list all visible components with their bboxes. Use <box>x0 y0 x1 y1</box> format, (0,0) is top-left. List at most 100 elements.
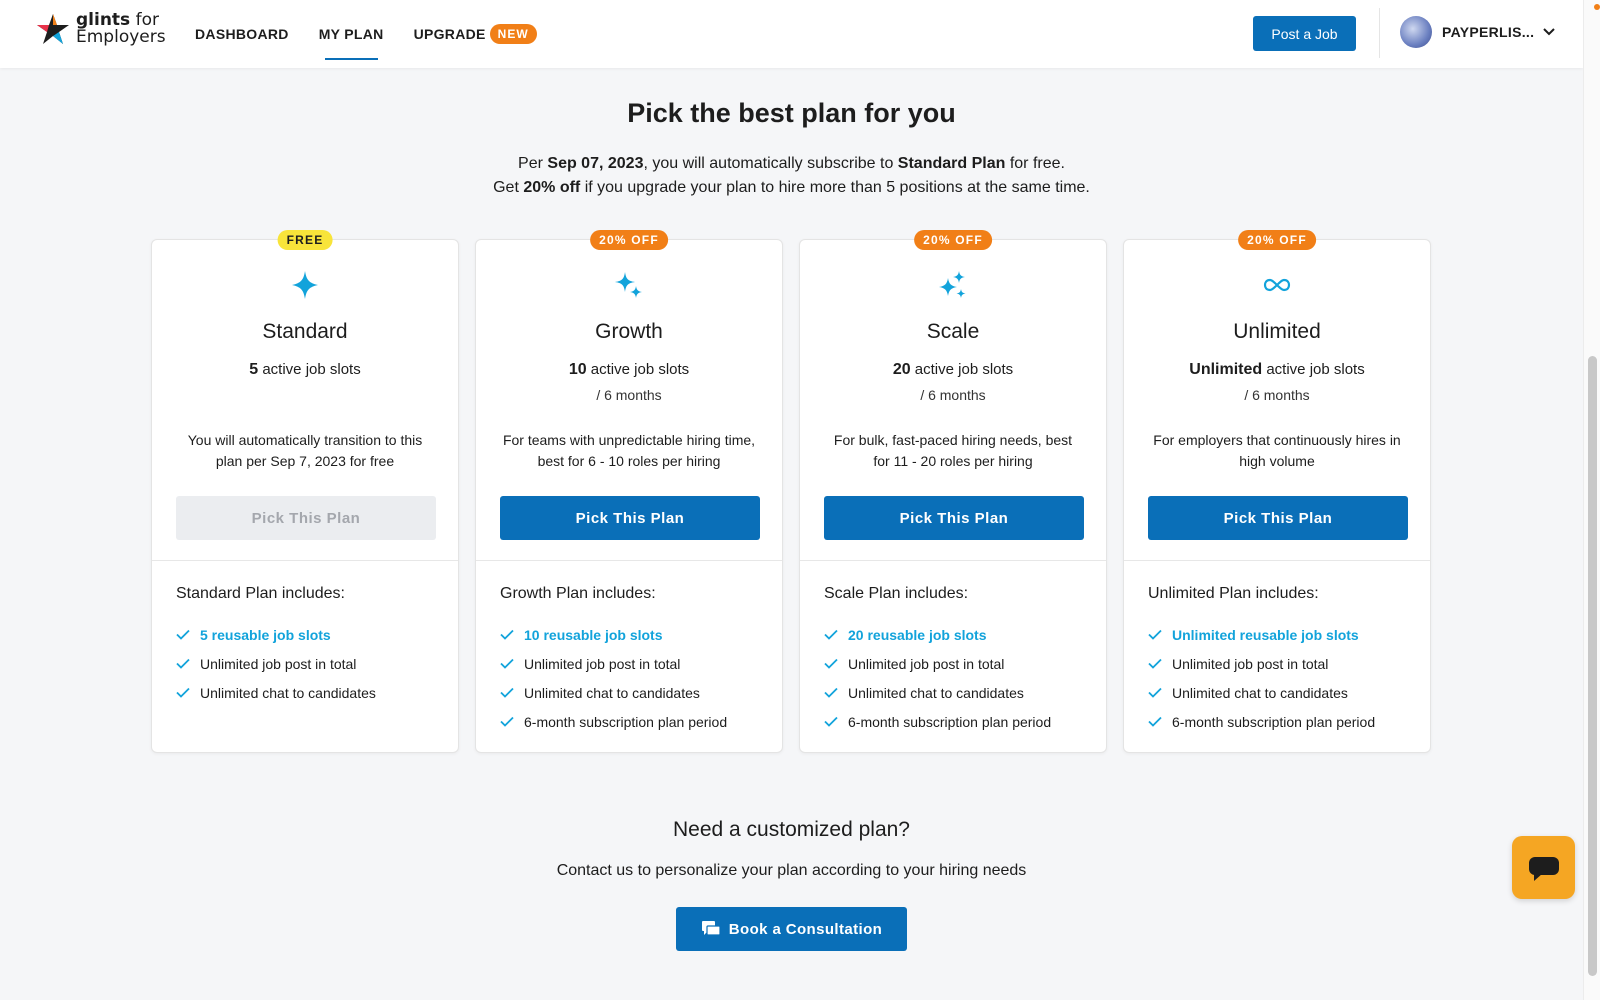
card-divider <box>476 560 782 561</box>
glints-logo[interactable]: glints for Employers <box>36 12 166 46</box>
include-text: Unlimited chat to candidates <box>848 684 1024 701</box>
list-item: Unlimited chat to candidates <box>1148 678 1420 707</box>
post-job-button[interactable]: Post a Job <box>1253 16 1356 51</box>
page-scrollbar[interactable] <box>1583 0 1600 1000</box>
check-icon <box>824 629 848 640</box>
hero-line1-c: for free. <box>1005 155 1065 172</box>
plan-slots: 10 active job slots <box>476 361 782 379</box>
plan-card-scale: 20% OFF Scale 20 active job slots / 6 mo… <box>799 230 1107 753</box>
include-text: 10 reusable job slots <box>524 626 663 643</box>
list-item: Unlimited reusable job slots <box>1148 620 1420 649</box>
infinity-icon <box>1124 270 1430 300</box>
include-text: Unlimited job post in total <box>848 655 1005 672</box>
nav-dashboard[interactable]: DASHBOARD <box>195 0 289 68</box>
list-item: Unlimited chat to candidates <box>824 678 1096 707</box>
hero-line1-b: , you will automatically subscribe to <box>643 155 898 172</box>
notification-dot <box>1594 4 1600 10</box>
check-icon <box>500 687 524 698</box>
plan-period: / 6 months <box>1244 387 1310 403</box>
pick-plan-button[interactable]: Pick This Plan <box>1148 496 1408 540</box>
check-icon <box>500 658 524 669</box>
includes-list: 5 reusable job slots Unlimited job post … <box>176 620 448 707</box>
plan-name: Growth <box>595 320 663 343</box>
plan-description: For bulk, fast-paced hiring needs, best … <box>833 432 1073 469</box>
page-title: Pick the best plan for you <box>627 98 956 128</box>
plan-badge: FREE <box>277 230 333 250</box>
check-icon <box>176 687 200 698</box>
include-text: Unlimited job post in total <box>1172 655 1329 672</box>
plan-description: For employers that continuously hires in… <box>1153 432 1401 469</box>
plan-slots: Unlimited active job slots <box>1124 361 1430 379</box>
main-nav: DASHBOARD MY PLAN UPGRADE NEW <box>195 0 567 68</box>
list-item: Unlimited job post in total <box>824 649 1096 678</box>
sparkles-multi-icon <box>800 270 1106 300</box>
chat-bubble-icon <box>701 921 721 936</box>
includes-title: Unlimited Plan includes: <box>1148 585 1319 602</box>
plan-description: You will automatically transition to thi… <box>187 432 423 469</box>
chat-icon <box>1528 856 1559 881</box>
check-icon <box>1148 687 1172 698</box>
hero-pct: 20% off <box>523 179 581 196</box>
nav-my-plan[interactable]: MY PLAN <box>319 0 384 68</box>
custom-plan-title: Need a customized plan? <box>673 818 910 841</box>
plan-card-unlimited: 20% OFF Unlimited Unlimited active job s… <box>1123 230 1431 753</box>
pick-plan-button[interactable]: Pick This Plan <box>176 496 436 540</box>
card-divider <box>1124 560 1430 561</box>
plan-slots-text: active job slots <box>258 361 361 378</box>
hero-line2-b: if you upgrade your plan to hire more th… <box>580 179 1090 196</box>
book-consultation-button[interactable]: Book a Consultation <box>676 907 907 951</box>
plan-card-growth: 20% OFF Growth 10 active job slots / 6 m… <box>475 230 783 753</box>
pick-plan-button[interactable]: Pick This Plan <box>500 496 760 540</box>
check-icon <box>824 687 848 698</box>
header-divider <box>1379 8 1380 58</box>
avatar <box>1400 16 1432 48</box>
user-menu[interactable]: PAYPERLIS... <box>1400 16 1556 48</box>
plan-name: Scale <box>926 320 980 343</box>
star-logo-icon <box>37 14 69 44</box>
includes-list: 20 reusable job slots Unlimited job post… <box>824 620 1096 736</box>
card-divider <box>152 560 458 561</box>
hero-subtitle: Per Sep 07, 2023, you will automatically… <box>0 152 1583 200</box>
list-item: 5 reusable job slots <box>176 620 448 649</box>
hero-date: Sep 07, 2023 <box>547 155 644 172</box>
check-icon <box>176 629 200 640</box>
nav-upgrade-label: UPGRADE <box>413 26 486 42</box>
top-header: glints for Employers DASHBOARD MY PLAN U… <box>0 0 1583 68</box>
check-icon <box>1148 658 1172 669</box>
include-text: 6-month subscription plan period <box>1172 713 1376 730</box>
scrollbar-thumb[interactable] <box>1588 356 1597 976</box>
include-text: Unlimited chat to candidates <box>1172 684 1348 701</box>
chat-widget-button[interactable] <box>1512 836 1575 899</box>
include-text: 20 reusable job slots <box>848 626 987 643</box>
plan-badge: 20% OFF <box>914 230 992 250</box>
pick-plan-button[interactable]: Pick This Plan <box>824 496 1084 540</box>
hero-line2-a: Get <box>493 179 524 196</box>
plan-description: For teams with unpredictable hiring time… <box>502 432 756 469</box>
new-badge: NEW <box>489 24 537 44</box>
nav-upgrade[interactable]: UPGRADE NEW <box>414 0 537 68</box>
check-icon <box>824 658 848 669</box>
include-text: Unlimited chat to candidates <box>200 684 376 701</box>
sparkles-icon <box>476 270 782 300</box>
includes-list: 10 reusable job slots Unlimited job post… <box>500 620 772 736</box>
card-divider <box>800 560 1106 561</box>
sparkle-icon <box>152 270 458 300</box>
logo-sub: Employers <box>76 27 166 47</box>
list-item: Unlimited job post in total <box>176 649 448 678</box>
includes-title: Scale Plan includes: <box>824 585 969 602</box>
hero-line-1: Per Sep 07, 2023, you will automatically… <box>0 152 1583 176</box>
plan-slots-num: 10 <box>568 361 587 378</box>
plan-slots-text: active job slots <box>910 361 1014 378</box>
plan-slots-num: 5 <box>249 361 259 378</box>
list-item: Unlimited job post in total <box>1148 649 1420 678</box>
list-item: 6-month subscription plan period <box>1148 707 1420 736</box>
check-icon <box>176 658 200 669</box>
nav-dashboard-label: DASHBOARD <box>195 26 289 42</box>
list-item: 6-month subscription plan period <box>500 707 772 736</box>
plan-slots-num: Unlimited <box>1189 361 1263 378</box>
check-icon <box>500 716 524 727</box>
include-text: Unlimited job post in total <box>200 655 357 672</box>
plan-slots-text: active job slots <box>586 361 690 378</box>
user-name: PAYPERLIS... <box>1442 24 1535 40</box>
plan-slots-text: active job slots <box>1262 361 1365 378</box>
